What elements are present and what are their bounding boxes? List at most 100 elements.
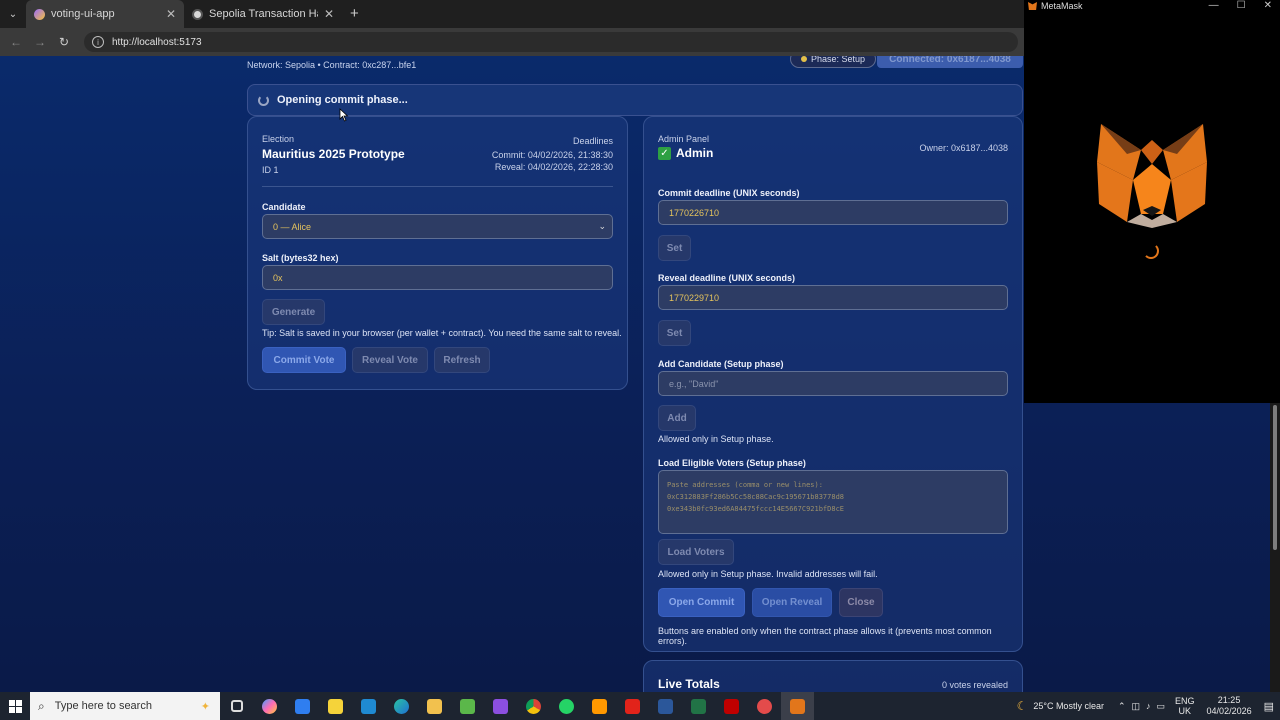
forward-icon[interactable]: → [30, 35, 50, 49]
edge-icon[interactable] [385, 692, 418, 720]
tab-sepolia[interactable]: Sepolia Transaction Hash: 0x58... ✕ [184, 0, 342, 28]
buttons-note: Buttons are enabled only when the contra… [658, 626, 992, 646]
taskbar-search-input[interactable]: ⌕ Type here to search ✦ [30, 692, 220, 720]
set-reveal-deadline-button[interactable]: Set [658, 320, 691, 346]
salt-input[interactable]: 0x [262, 265, 613, 290]
system-tray: ☾ 25°C Mostly clear ⌃ ◫ ♪ ▭ ENG UK 21:25… [1017, 692, 1280, 720]
reveal-vote-button[interactable]: Reveal Vote [352, 347, 428, 373]
minimize-icon[interactable]: — [1209, 0, 1219, 11]
scrollbar-thumb[interactable] [1273, 405, 1277, 550]
add-candidate-input[interactable]: e.g., "David" [658, 371, 1008, 396]
acrobat-icon[interactable] [616, 692, 649, 720]
set-commit-deadline-button[interactable]: Set [658, 235, 691, 261]
maximize-icon[interactable]: ☐ [1237, 0, 1246, 11]
loading-spinner-icon [1143, 243, 1159, 259]
windows-start-icon[interactable] [0, 692, 30, 720]
metamask-taskbar-icon[interactable] [781, 692, 814, 720]
tray-chevron-up-icon[interactable]: ⌃ [1118, 701, 1126, 712]
mouse-cursor-icon [339, 108, 349, 122]
search-icon: ⌕ [38, 698, 45, 713]
election-label: Election [262, 134, 295, 144]
network-icon[interactable]: ◫ [1132, 701, 1141, 712]
textarea-placeholder-line: 0xe343b0fc93ed6A84475fccc14E5667C921bfD8… [667, 505, 845, 513]
etherscan-icon [192, 8, 203, 20]
chevron-down-icon: ⌄ [598, 221, 606, 231]
whatsapp-icon[interactable] [550, 692, 583, 720]
search-placeholder: Type here to search [54, 700, 152, 712]
reload-icon[interactable]: ↻ [54, 35, 74, 49]
task-view-icon[interactable] [220, 692, 253, 720]
textarea-placeholder-line: Paste addresses (comma or new lines): [667, 481, 823, 489]
refresh-button[interactable]: Refresh [434, 347, 490, 373]
loading-spinner-icon [258, 94, 269, 106]
load-voters-note: Allowed only in Setup phase. Invalid add… [658, 569, 878, 579]
back-icon[interactable]: ← [6, 35, 26, 49]
close-phase-button[interactable]: Close [839, 588, 883, 617]
browser-tabbar: ⌄ voting-ui-app ✕ Sepolia Transaction Ha… [0, 0, 1024, 28]
open-reveal-button[interactable]: Open Reveal [752, 588, 832, 617]
vscode-icon[interactable] [352, 692, 385, 720]
add-candidate-button[interactable]: Add [658, 405, 696, 431]
filezilla-icon[interactable] [715, 692, 748, 720]
commit-deadline-label: Commit deadline (UNIX seconds) [658, 188, 800, 198]
sticky-notes-icon[interactable] [319, 692, 352, 720]
lang-primary: ENG [1175, 696, 1195, 706]
generate-button[interactable]: Generate [262, 299, 325, 325]
admin-title: ✓ Admin [658, 146, 713, 160]
store-icon[interactable] [286, 692, 319, 720]
admin-card: Admin Panel ✓ Admin Owner: 0x6187...4038… [643, 116, 1023, 652]
notepad-plus-icon[interactable] [451, 692, 484, 720]
candidate-select[interactable]: 0 — Alice ⌄ [262, 214, 613, 239]
chrome-icon[interactable] [517, 692, 550, 720]
battery-icon[interactable]: ▭ [1157, 701, 1166, 712]
load-voters-button[interactable]: Load Voters [658, 539, 734, 565]
metamask-fox-icon [1097, 124, 1207, 228]
voters-textarea[interactable]: Paste addresses (comma or new lines): 0x… [658, 470, 1008, 534]
status-text: Opening commit phase... [277, 94, 408, 106]
word-icon[interactable] [649, 692, 682, 720]
salt-label: Salt (bytes32 hex) [262, 253, 339, 263]
intellij-icon[interactable] [484, 692, 517, 720]
copilot-icon[interactable] [253, 692, 286, 720]
tab-voting-ui-app[interactable]: voting-ui-app ✕ [26, 0, 184, 28]
commit-vote-button[interactable]: Commit Vote [262, 347, 346, 373]
close-tab-icon[interactable]: ✕ [166, 7, 176, 21]
clock[interactable]: 21:25 04/02/2026 [1207, 695, 1252, 717]
admin-title-text: Admin [676, 146, 714, 160]
site-info-icon[interactable]: i [92, 36, 104, 48]
file-explorer-icon[interactable] [418, 692, 451, 720]
close-icon[interactable]: ✕ [1264, 0, 1272, 11]
network-info: Network: Sepolia • Contract: 0xc287...bf… [247, 60, 417, 70]
url-field[interactable]: i http://localhost:5173 [84, 32, 1018, 52]
notifications-icon[interactable]: ▤ [1264, 700, 1274, 713]
textarea-placeholder-line: 0xC312883Ff286b5Cc58c88Cac9c195671b83778… [667, 493, 845, 501]
language-indicator[interactable]: ENG UK [1175, 696, 1195, 716]
sublime-icon[interactable] [583, 692, 616, 720]
election-name: Mauritius 2025 Prototype [262, 147, 405, 161]
tab-search-icon[interactable]: ⌄ [0, 0, 26, 28]
commit-deadline-input[interactable]: 1770226710 [658, 200, 1008, 225]
reveal-deadline-input[interactable]: 1770229710 [658, 285, 1008, 310]
status-banner: Opening commit phase... [247, 84, 1023, 116]
app-red-icon[interactable] [748, 692, 781, 720]
weather-moon-icon: ☾ [1016, 699, 1028, 713]
reveal-deadline-text: Reveal: 04/02/2026, 22:28:30 [494, 162, 613, 172]
close-tab-icon[interactable]: ✕ [324, 7, 334, 21]
new-tab-icon[interactable]: + [342, 0, 367, 28]
phase-badge: Phase: Setup [790, 56, 877, 68]
excel-icon[interactable] [682, 692, 715, 720]
weather-text[interactable]: 25°C Mostly clear [1033, 701, 1104, 711]
metamask-fox-small-icon [1028, 2, 1037, 10]
tab-title: voting-ui-app [51, 8, 115, 20]
clock-date: 04/02/2026 [1206, 706, 1252, 716]
open-commit-button[interactable]: Open Commit [658, 588, 745, 617]
metamask-window: MetaMask — ☐ ✕ [1024, 0, 1280, 403]
add-candidate-note: Allowed only in Setup phase. [658, 434, 774, 444]
volume-icon[interactable]: ♪ [1146, 701, 1151, 711]
address-bar: ← → ↻ i http://localhost:5173 [0, 28, 1024, 56]
page-scrollbar[interactable] [1270, 403, 1280, 692]
clock-time: 21:25 [1217, 695, 1241, 705]
voter-card: Election Mauritius 2025 Prototype ID 1 D… [247, 116, 628, 390]
connected-button[interactable]: Connected: 0x6187...4038 [877, 56, 1023, 68]
lang-secondary: UK [1178, 706, 1192, 716]
